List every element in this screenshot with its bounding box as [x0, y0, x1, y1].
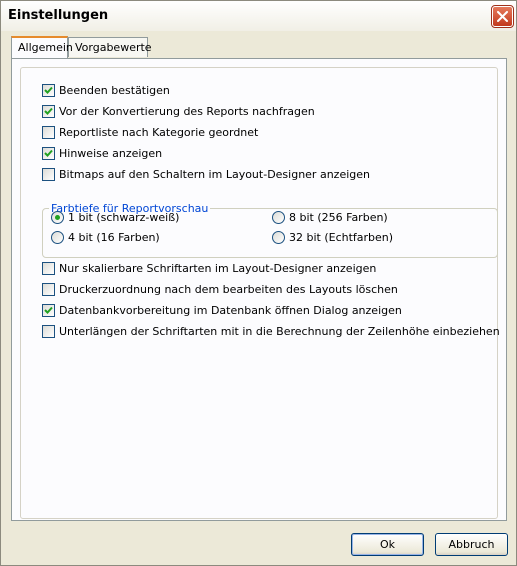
option-reportliste-kategorie[interactable]: Reportliste nach Kategorie geordnet: [42, 124, 258, 140]
window-title: Einstellungen: [8, 8, 109, 23]
radio-button[interactable]: [272, 230, 285, 244]
tab-label: Allgemein: [18, 41, 73, 54]
checkbox[interactable]: [42, 261, 55, 275]
checkmark-icon: [44, 149, 53, 157]
tab-panel-allgemein: Beenden bestätigen Vor der Konvertierung…: [11, 58, 507, 521]
checkbox[interactable]: [42, 303, 55, 317]
option-label: Vor der Konvertierung des Reports nachfr…: [59, 104, 315, 118]
radio-32-bit[interactable]: 32 bit (Echtfarben): [272, 229, 393, 245]
option-label: Druckerzuordnung nach dem bearbeiten des…: [59, 282, 398, 296]
radio-button[interactable]: [272, 210, 285, 224]
option-label: Unterlängen der Schriftarten mit in die …: [59, 324, 500, 338]
option-beenden-bestaetigen[interactable]: Beenden bestätigen: [42, 82, 170, 98]
radio-1-bit[interactable]: 1 bit (schwarz-weiß): [51, 209, 179, 225]
settings-dialog: Einstellungen Allgemein Vorgabewerte Bee…: [0, 0, 517, 566]
radio-8-bit[interactable]: 8 bit (256 Farben): [272, 209, 388, 225]
tab-allgemein[interactable]: Allgemein: [11, 36, 73, 58]
checkbox[interactable]: [42, 146, 55, 160]
option-hinweise-anzeigen[interactable]: Hinweise anzeigen: [42, 145, 162, 161]
radio-selected-dot: [55, 214, 60, 220]
radio-4-bit[interactable]: 4 bit (16 Farben): [51, 229, 160, 245]
option-label: Beenden bestätigen: [59, 83, 170, 97]
option-skalierbare-schriftarten[interactable]: Nur skalierbare Schriftarten im Layout-D…: [42, 260, 376, 276]
checkmark-icon: [44, 86, 53, 94]
checkbox[interactable]: [42, 324, 55, 338]
tab-label: Vorgabewerte: [75, 41, 152, 54]
checkmark-icon: [44, 107, 53, 115]
option-konvertierung-nachfragen[interactable]: Vor der Konvertierung des Reports nachfr…: [42, 103, 315, 119]
checkbox[interactable]: [42, 167, 55, 181]
options-panel: Beenden bestätigen Vor der Konvertierung…: [20, 67, 500, 519]
cancel-button[interactable]: Abbruch: [435, 533, 508, 556]
checkbox[interactable]: [42, 104, 55, 118]
radio-button[interactable]: [51, 230, 64, 244]
checkbox[interactable]: [42, 125, 55, 139]
option-datenbankvorbereitung[interactable]: Datenbankvorbereitung im Datenbank öffne…: [42, 302, 402, 318]
radio-label: 32 bit (Echtfarben): [289, 230, 394, 244]
close-button[interactable]: [491, 5, 514, 28]
radio-label: 4 bit (16 Farben): [68, 230, 160, 244]
checkbox[interactable]: [42, 282, 55, 296]
option-druckerzuordnung-loeschen[interactable]: Druckerzuordnung nach dem bearbeiten des…: [42, 281, 398, 297]
radio-label: 1 bit (schwarz-weiß): [68, 210, 180, 224]
tab-vorgabewerte[interactable]: Vorgabewerte: [68, 37, 152, 57]
option-label: Bitmaps auf den Schaltern im Layout-Desi…: [59, 167, 370, 181]
option-unterlaengen-schriftarten[interactable]: Unterlängen der Schriftarten mit in die …: [42, 323, 500, 339]
checkmark-icon: [44, 306, 53, 314]
checkbox[interactable]: [42, 83, 55, 97]
radio-button[interactable]: [51, 210, 64, 224]
option-bitmaps-schalter[interactable]: Bitmaps auf den Schaltern im Layout-Desi…: [42, 166, 370, 182]
option-label: Datenbankvorbereitung im Datenbank öffne…: [59, 303, 402, 317]
radio-label: 8 bit (256 Farben): [289, 210, 388, 224]
option-label: Nur skalierbare Schriftarten im Layout-D…: [59, 261, 377, 275]
ok-button[interactable]: Ok: [351, 533, 424, 556]
option-label: Hinweise anzeigen: [59, 146, 163, 160]
close-icon: [497, 11, 508, 22]
option-label: Reportliste nach Kategorie geordnet: [59, 125, 259, 139]
title-bar: Einstellungen: [1, 1, 516, 31]
